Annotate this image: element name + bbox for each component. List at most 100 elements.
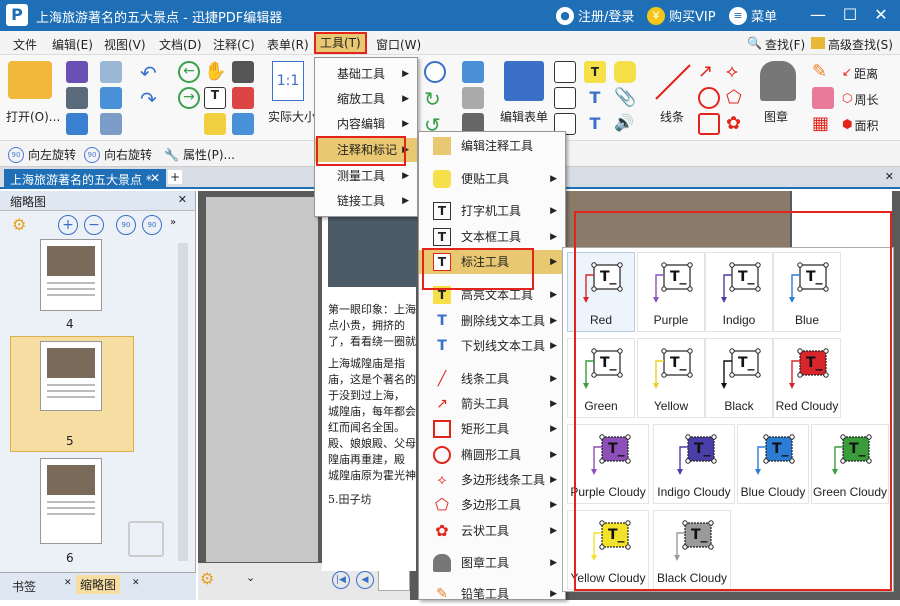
menu-line-tool[interactable]: ╱ 线条工具 ▶ bbox=[419, 367, 565, 391]
snapshot-tool-icon[interactable] bbox=[204, 113, 226, 135]
menu-zoom-tools[interactable]: 缩放工具 ▶ bbox=[315, 87, 417, 111]
menu-rectangle-tool[interactable]: 矩形工具 ▶ bbox=[419, 417, 565, 441]
tab-thumbnails[interactable]: 缩略图 bbox=[76, 575, 121, 594]
menu-edit[interactable]: 编辑(E) bbox=[52, 36, 93, 53]
callout-style[interactable]: T_ Green Cloudy bbox=[811, 424, 889, 504]
menu-edit-annotation[interactable]: 编辑注释工具 bbox=[419, 134, 565, 158]
menu-measure-tools[interactable]: 测量工具 ▶ bbox=[315, 164, 417, 188]
open-label[interactable]: 打开(O)... bbox=[6, 108, 60, 125]
maximize-icon[interactable]: ☐ bbox=[840, 5, 860, 24]
page-number-input[interactable] bbox=[378, 569, 410, 591]
menu-textbox[interactable]: T 文本框工具 ▶ bbox=[419, 225, 565, 249]
menu-document[interactable]: 文档(D) bbox=[159, 36, 202, 53]
callout-style[interactable]: T_ Blue bbox=[773, 252, 841, 332]
typewriter-icon[interactable]: T bbox=[584, 61, 606, 83]
arrow-tool-icon[interactable]: ↗ bbox=[698, 61, 720, 83]
menu-typewriter[interactable]: T 打字机工具 ▶ bbox=[419, 199, 565, 223]
undo-icon[interactable]: ↶ bbox=[140, 61, 162, 85]
polygon-tool-icon[interactable]: ⬠ bbox=[726, 87, 748, 109]
callout-style[interactable]: T_ Yellow Cloudy bbox=[567, 510, 649, 590]
menu-tools[interactable]: 工具(T) bbox=[314, 32, 367, 54]
zoom-in-thumb-icon[interactable]: + bbox=[58, 215, 78, 235]
callout-style[interactable]: T_ Indigo Cloudy bbox=[653, 424, 735, 504]
menu-file[interactable]: 文件 bbox=[13, 36, 37, 53]
rectangle-tool-icon[interactable] bbox=[698, 113, 720, 135]
sound-icon[interactable]: 🔊 bbox=[614, 113, 636, 135]
cloud-tool-icon[interactable]: ✿ bbox=[726, 113, 748, 135]
menu-cloud-tool[interactable]: ✿ 云状工具 ▶ bbox=[419, 519, 565, 543]
camera-icon[interactable] bbox=[232, 61, 254, 83]
edit-object-icon[interactable] bbox=[462, 87, 484, 109]
buy-vip-button[interactable]: ¥ 购买VIP bbox=[647, 6, 716, 25]
menu-stamp-tool[interactable]: 图章工具 ▶ bbox=[419, 551, 565, 575]
menu-callout[interactable]: T 标注工具 ▶ bbox=[419, 250, 565, 274]
edit-text-icon[interactable] bbox=[462, 61, 484, 83]
minimize-icon[interactable]: — bbox=[808, 5, 828, 24]
underline-icon[interactable]: T bbox=[584, 113, 606, 135]
thumbnail-page-4[interactable] bbox=[40, 239, 102, 311]
tab-bookmarks[interactable]: 书签 bbox=[12, 578, 36, 595]
menu-comment[interactable]: 注释(C) bbox=[213, 36, 255, 53]
thumbnail-page-6[interactable] bbox=[40, 458, 102, 544]
first-page-icon[interactable]: |◀ bbox=[332, 571, 350, 589]
export-icon[interactable] bbox=[100, 87, 122, 109]
thumbnail-page-5[interactable] bbox=[40, 341, 102, 411]
pencil-icon[interactable]: ✎ bbox=[812, 61, 834, 83]
hand-tool-icon[interactable]: ✋ bbox=[204, 61, 226, 83]
advanced-find-button[interactable]: 高级查找(S) bbox=[811, 36, 893, 53]
callout-style[interactable]: T_ Green bbox=[567, 338, 635, 418]
distance-tool[interactable]: ↙ 距离 bbox=[842, 65, 878, 82]
tab-close-icon[interactable]: ✕ bbox=[150, 171, 160, 185]
menu-highlight-text[interactable]: T 高亮文本工具 ▶ bbox=[419, 283, 565, 307]
menu-polyline-tool[interactable]: ⟡ 多边形线条工具 ▶ bbox=[419, 468, 565, 492]
previous-page-icon[interactable]: ◀ bbox=[356, 571, 374, 589]
menu-underline-text[interactable]: T 下划线文本工具 ▶ bbox=[419, 334, 565, 358]
callout-style[interactable]: T_ Yellow bbox=[637, 338, 705, 418]
expand-icon[interactable]: ⌄ bbox=[246, 571, 255, 584]
menu-pencil-tool[interactable]: ✎ 铅笔工具 ▶ bbox=[419, 582, 565, 606]
line-tool-icon[interactable] bbox=[652, 61, 694, 103]
menu-button[interactable]: ≡ 菜单 bbox=[729, 6, 777, 25]
highlight-area-icon[interactable]: ▦ bbox=[812, 113, 834, 135]
thumbnail-scrollbar[interactable] bbox=[178, 243, 188, 561]
callout-style[interactable]: T_ Blue Cloudy bbox=[737, 424, 809, 504]
stamp-label[interactable]: 图章 bbox=[764, 108, 788, 125]
polyline-tool-icon[interactable]: ⟡ bbox=[726, 61, 748, 83]
login-button[interactable]: ● 注册/登录 bbox=[556, 6, 634, 25]
back-icon[interactable]: ← bbox=[178, 61, 200, 83]
open-folder-icon[interactable] bbox=[8, 61, 52, 99]
zoom-out-thumb-icon[interactable]: − bbox=[84, 215, 104, 235]
rotate-left-button[interactable]: 90 向左旋转 bbox=[8, 146, 76, 163]
scan-icon[interactable] bbox=[66, 113, 88, 135]
rotate-right-button[interactable]: 90 向右旋转 bbox=[84, 146, 152, 163]
callout-style[interactable]: T_ Purple bbox=[637, 252, 705, 332]
rotate-thumb-left-icon[interactable]: 90 bbox=[116, 215, 136, 235]
callout-style[interactable]: T_ Black Cloudy bbox=[653, 510, 731, 590]
panel-close-icon[interactable]: ✕ bbox=[178, 193, 187, 206]
stamp-icon[interactable] bbox=[760, 61, 796, 101]
line-label[interactable]: 线条 bbox=[660, 108, 684, 125]
forward-icon[interactable]: → bbox=[178, 87, 200, 109]
document-icon[interactable] bbox=[100, 113, 122, 135]
zoom-in-icon[interactable] bbox=[424, 61, 446, 83]
menu-arrow-tool[interactable]: ↗ 箭头工具 ▶ bbox=[419, 392, 565, 416]
callout-style[interactable]: T_ Red bbox=[567, 252, 635, 332]
menu-link-tools[interactable]: 链接工具 ▶ bbox=[315, 189, 417, 213]
document-tab[interactable]: 上海旅游著名的五大景点 * ✕ bbox=[4, 169, 166, 189]
menu-annotation-markup[interactable]: 注释和标记 ▶ bbox=[315, 138, 417, 162]
close-all-icon[interactable]: ✕ bbox=[885, 170, 894, 183]
menu-form[interactable]: 表单(R) bbox=[267, 36, 309, 53]
ellipse-tool-icon[interactable] bbox=[698, 87, 720, 109]
tab-bookmarks-close-icon[interactable]: ✕ bbox=[64, 578, 72, 588]
area-tool[interactable]: ⬢ 面积 bbox=[842, 117, 879, 134]
rotate-icon[interactable]: ↻ bbox=[424, 87, 446, 111]
menu-view[interactable]: 视图(V) bbox=[104, 36, 146, 53]
select-text-icon[interactable]: T bbox=[204, 87, 226, 109]
edit-form-icon[interactable] bbox=[504, 61, 544, 101]
callout-style[interactable]: T_ Red Cloudy bbox=[773, 338, 841, 418]
perimeter-tool[interactable]: ⬡ 周长 bbox=[842, 91, 879, 108]
close-icon[interactable]: ✕ bbox=[871, 5, 891, 24]
callout-style[interactable]: T_ Black bbox=[705, 338, 773, 418]
edit-form-label[interactable]: 编辑表单 bbox=[500, 108, 548, 125]
redo-icon[interactable]: ↷ bbox=[140, 87, 162, 111]
